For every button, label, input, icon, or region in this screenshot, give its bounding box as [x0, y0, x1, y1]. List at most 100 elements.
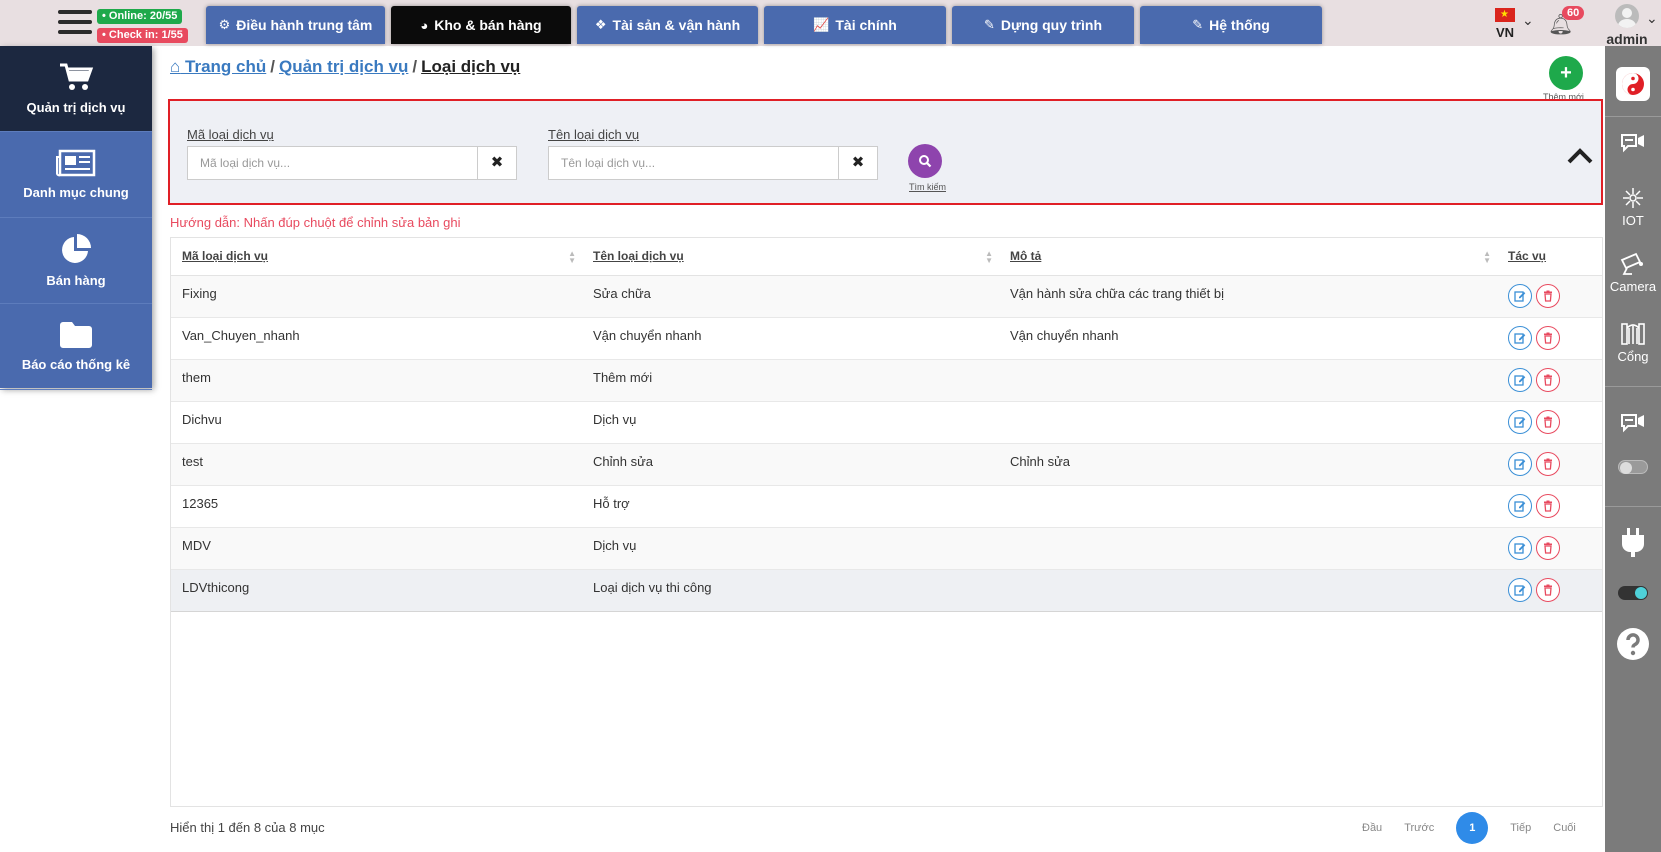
- delete-button[interactable]: [1536, 409, 1560, 434]
- delete-button[interactable]: [1536, 451, 1560, 476]
- edit-button[interactable]: [1508, 367, 1532, 392]
- help-button[interactable]: [1605, 626, 1661, 665]
- first-page-button[interactable]: Đầu: [1362, 822, 1382, 834]
- guide-hint: Hướng dẫn: Nhấn đúp chuột để chỉnh sửa b…: [170, 215, 461, 230]
- line-chart-icon: 📈: [813, 17, 830, 32]
- chevron-down-icon[interactable]: ⌄: [1522, 12, 1534, 29]
- search-label[interactable]: Tìm kiếm: [909, 182, 946, 192]
- edit-icon: [1514, 458, 1526, 470]
- gate-icon: [1621, 323, 1645, 345]
- table-row[interactable]: 12365 Hỗ trợ: [171, 485, 1602, 528]
- delete-button[interactable]: [1536, 577, 1560, 602]
- language-selector[interactable]: VN: [1490, 8, 1520, 40]
- folder-icon: [60, 322, 92, 348]
- cell-actions: [1497, 527, 1602, 570]
- name-filter-input[interactable]: Tên loại dịch vụ...: [548, 146, 839, 180]
- divider: [1605, 506, 1661, 507]
- search-button[interactable]: [908, 144, 942, 178]
- trash-icon: [1544, 290, 1552, 302]
- cell-name: Vận chuyển nhanh: [582, 317, 999, 360]
- tab-kho-ban-hang[interactable]: ◕ Kho & bán hàng: [391, 6, 571, 44]
- cell-name: Dịch vụ: [582, 527, 999, 570]
- language-label: VN: [1495, 25, 1515, 40]
- breadcrumb-current: Loại dịch vụ: [421, 57, 521, 76]
- name-filter-label: Tên loại dịch vụ: [548, 127, 640, 142]
- table-row[interactable]: them Thêm mới: [171, 359, 1602, 402]
- table-row[interactable]: Dichvu Dịch vụ: [171, 401, 1602, 444]
- sidebar-item-ban-hang[interactable]: Bán hàng: [0, 218, 152, 304]
- edit-button[interactable]: [1508, 577, 1532, 602]
- online-status-badge: • Online: 20/55: [97, 9, 183, 24]
- breadcrumb-parent[interactable]: Quản trị dịch vụ: [279, 57, 408, 76]
- tab-he-thong[interactable]: ✎ Hệ thống: [1140, 6, 1322, 44]
- tab-tai-san[interactable]: ❖ Tài sản & vận hành: [577, 6, 758, 44]
- pie-chart-icon: [62, 234, 91, 263]
- main-tabs: ⚙ Điều hành trung tâm ◕ Kho & bán hàng ❖…: [206, 6, 1328, 46]
- edit-button[interactable]: [1508, 535, 1532, 560]
- table-row[interactable]: LDVthicong Loại dịch vụ thi công: [171, 569, 1602, 612]
- code-filter-input[interactable]: Mã loại dịch vụ...: [187, 146, 478, 180]
- cell-name: Sửa chữa: [582, 275, 999, 318]
- iot-icon: [1623, 188, 1643, 208]
- menu-icon[interactable]: [58, 10, 92, 40]
- cell-actions: [1497, 275, 1602, 318]
- column-header-name[interactable]: Tên loại dịch vụ ▲ ▼: [582, 238, 999, 276]
- close-icon: ✖: [851, 154, 865, 171]
- next-page-button[interactable]: Tiếp: [1510, 822, 1531, 834]
- collapse-filter-button[interactable]: [1567, 147, 1593, 168]
- breadcrumb-home[interactable]: ⌂ Trang chủ: [170, 57, 266, 76]
- table-row[interactable]: MDV Dịch vụ: [171, 527, 1602, 570]
- trash-icon: [1544, 584, 1552, 596]
- divider: [1605, 386, 1661, 387]
- table-row[interactable]: Fixing Sửa chữa Vận hành sửa chữa các tran…: [171, 275, 1602, 318]
- plus-icon: +: [1560, 62, 1572, 84]
- tab-dieu-hanh[interactable]: ⚙ Điều hành trung tâm: [206, 6, 385, 44]
- edit-icon: [1514, 332, 1526, 344]
- tab-tai-chinh[interactable]: 📈 Tài chính: [764, 6, 946, 44]
- sidebar-item-quan-tri-dich-vu[interactable]: Quản trị dịch vụ: [0, 46, 152, 132]
- table-row[interactable]: test Chỉnh sửa Chỉnh sửa: [171, 443, 1602, 486]
- edit-button[interactable]: [1508, 493, 1532, 518]
- cell-name: Hỗ trợ: [582, 485, 999, 528]
- video-chat-button[interactable]: [1605, 132, 1661, 159]
- edit-button[interactable]: [1508, 451, 1532, 476]
- cell-name: Dịch vụ: [582, 401, 999, 444]
- sidebar-item-danh-muc-chung[interactable]: Danh mục chung: [0, 132, 152, 218]
- chevron-up-icon: [1567, 148, 1593, 164]
- last-page-button[interactable]: Cuối: [1553, 822, 1576, 834]
- app-logo-button[interactable]: [1605, 66, 1661, 105]
- tab-dung-quy-trinh[interactable]: ✎ Dựng quy trình: [952, 6, 1134, 44]
- toggle-off[interactable]: [1618, 460, 1648, 474]
- column-header-label: Mô tả: [1010, 249, 1042, 264]
- table-row[interactable]: Van_Chuyen_nhanh Vận chuyển nhanh Vận chuy…: [171, 317, 1602, 360]
- tab-label: Điều hành trung tâm: [236, 17, 373, 33]
- gate-button[interactable]: Cổng: [1605, 318, 1661, 364]
- plug-button[interactable]: [1605, 526, 1661, 561]
- edit-button[interactable]: [1508, 325, 1532, 350]
- column-header-description[interactable]: Mô tả ▲ ▼: [999, 238, 1497, 276]
- edit-button[interactable]: [1508, 283, 1532, 308]
- column-header-label: Tên loại dịch vụ: [593, 249, 684, 264]
- user-menu[interactable]: admin: [1602, 4, 1652, 47]
- column-header-code[interactable]: Mã loại dịch vụ ▲ ▼: [171, 238, 582, 276]
- edit-button[interactable]: [1508, 409, 1532, 434]
- newspaper-icon: [56, 149, 96, 177]
- video-chat-button-2[interactable]: [1605, 412, 1661, 439]
- clear-code-button[interactable]: ✖: [477, 146, 517, 180]
- sidebar-item-bao-cao-thong-ke[interactable]: Báo cáo thống kê: [0, 304, 152, 390]
- delete-button[interactable]: [1536, 283, 1560, 308]
- delete-button[interactable]: [1536, 535, 1560, 560]
- camera-button[interactable]: Camera: [1605, 252, 1661, 294]
- clear-name-button[interactable]: ✖: [838, 146, 878, 180]
- cell-description: [999, 527, 1497, 570]
- add-new-button[interactable]: +: [1549, 56, 1583, 90]
- delete-button[interactable]: [1536, 325, 1560, 350]
- toggle-on[interactable]: [1618, 586, 1648, 600]
- chevron-down-icon[interactable]: ⌄: [1646, 10, 1658, 27]
- iot-button[interactable]: IOT: [1605, 186, 1661, 228]
- delete-button[interactable]: [1536, 493, 1560, 518]
- current-page-button[interactable]: 1: [1456, 812, 1489, 844]
- prev-page-button[interactable]: Trước: [1404, 822, 1434, 834]
- edit-icon: ✎: [983, 17, 995, 32]
- delete-button[interactable]: [1536, 367, 1560, 392]
